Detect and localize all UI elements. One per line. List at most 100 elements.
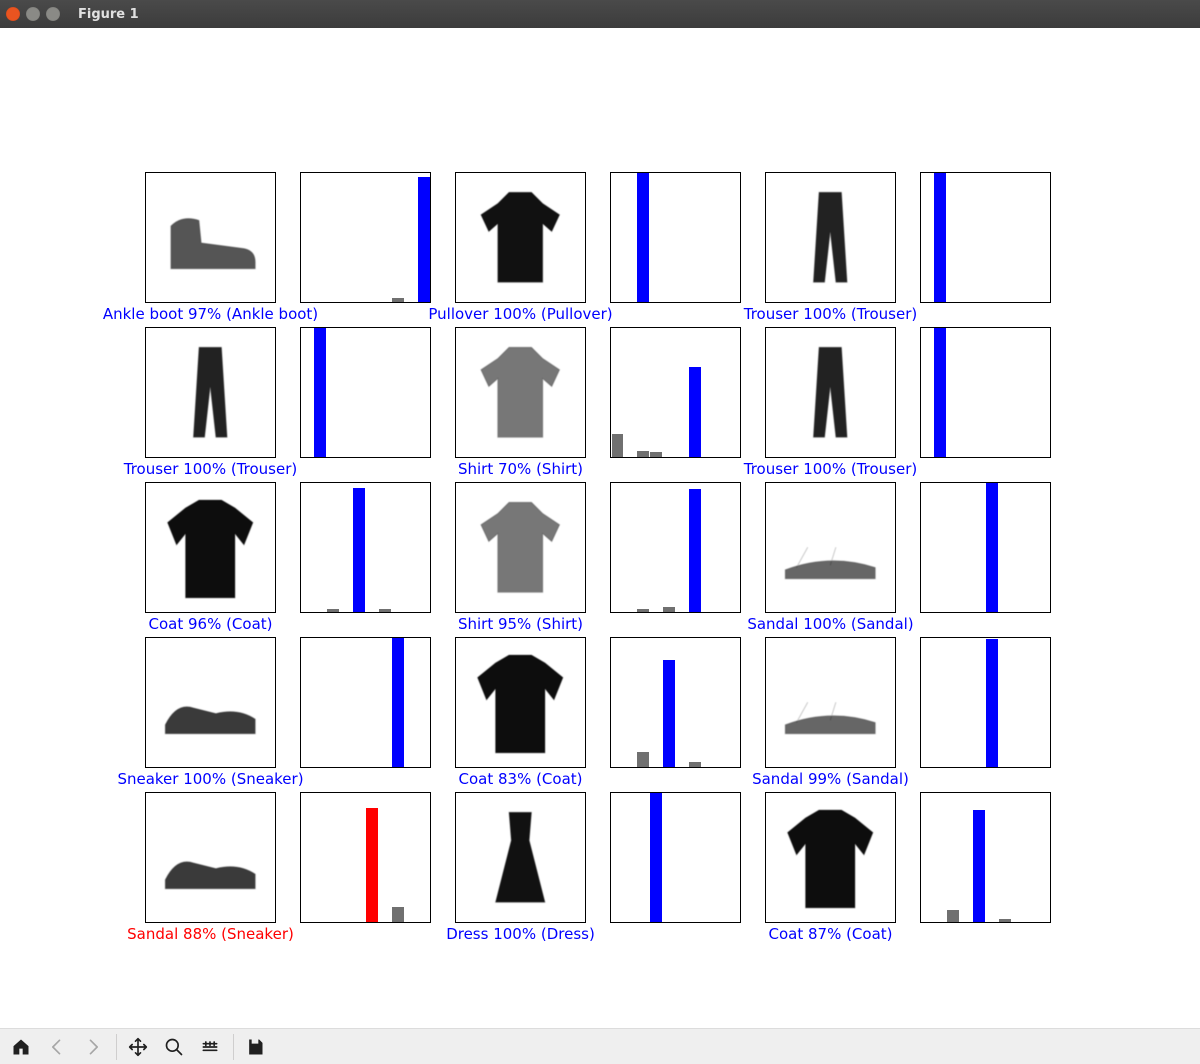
- clothing-glyph: [456, 173, 585, 302]
- save-icon: [245, 1037, 265, 1057]
- sample-image-6: [145, 482, 276, 613]
- prediction-caption-6: Coat 96% (Coat): [91, 615, 331, 633]
- bar-pullover: [637, 173, 649, 302]
- bar-pullover: [327, 609, 339, 612]
- prediction-caption-13: Dress 100% (Dress): [401, 925, 641, 943]
- sample-image-9: [145, 637, 276, 768]
- window-title: Figure 1: [78, 7, 139, 22]
- sample-image-3: [145, 327, 276, 458]
- clothing-glyph: [146, 483, 275, 612]
- zoom-button[interactable]: [157, 1033, 191, 1061]
- clothing-glyph: [146, 638, 275, 767]
- prediction-caption-1: Pullover 100% (Pullover): [401, 305, 641, 323]
- back-button: [40, 1033, 74, 1061]
- probability-bars-12: [300, 792, 431, 923]
- bar-coat: [663, 607, 675, 612]
- bar-tshirttop: [612, 434, 624, 457]
- probability-bars-13: [610, 792, 741, 923]
- probability-bars-7: [610, 482, 741, 613]
- sample-image-11: [765, 637, 896, 768]
- sample-image-5: [765, 327, 896, 458]
- clothing-glyph: [456, 638, 585, 767]
- bar-sneaker: [392, 907, 404, 922]
- prediction-caption-5: Trouser 100% (Trouser): [711, 460, 951, 478]
- pan-button[interactable]: [121, 1033, 155, 1061]
- clothing-glyph: [146, 793, 275, 922]
- sample-image-10: [455, 637, 586, 768]
- sample-image-7: [455, 482, 586, 613]
- minimize-icon[interactable]: [26, 7, 40, 21]
- bar-pullover: [637, 451, 649, 457]
- bar-coat: [973, 810, 985, 922]
- bar-sandal: [986, 483, 998, 612]
- clothing-glyph: [766, 793, 895, 922]
- probability-bars-0: [300, 172, 431, 303]
- clothing-glyph: [146, 328, 275, 457]
- forward-icon: [83, 1037, 103, 1057]
- sample-image-14: [765, 792, 896, 923]
- bar-sandal: [366, 808, 378, 922]
- home-button[interactable]: [4, 1033, 38, 1061]
- probability-bars-9: [300, 637, 431, 768]
- sample-image-0: [145, 172, 276, 303]
- prediction-caption-12: Sandal 88% (Sneaker): [91, 925, 331, 943]
- clothing-glyph: [766, 173, 895, 302]
- prediction-caption-0: Ankle boot 97% (Ankle boot): [91, 305, 331, 323]
- sample-image-8: [765, 482, 896, 613]
- bar-ankleboot: [418, 177, 430, 302]
- probability-bars-8: [920, 482, 1051, 613]
- clothing-glyph: [146, 173, 275, 302]
- clothing-glyph: [766, 328, 895, 457]
- back-icon: [47, 1037, 67, 1057]
- toolbar-separator: [116, 1034, 117, 1060]
- bar-dress: [650, 452, 662, 457]
- probability-bars-11: [920, 637, 1051, 768]
- probability-bars-5: [920, 327, 1051, 458]
- prediction-caption-10: Coat 83% (Coat): [401, 770, 641, 788]
- clothing-glyph: [766, 638, 895, 767]
- matplotlib-toolbar: [0, 1028, 1200, 1064]
- figure-canvas[interactable]: Ankle boot 97% (Ankle boot) Pullover 100%…: [0, 28, 1200, 1028]
- bar-sandal: [986, 639, 998, 767]
- bar-shirt: [689, 367, 701, 457]
- maximize-icon[interactable]: [46, 7, 60, 21]
- zoom-icon: [164, 1037, 184, 1057]
- bar-trouser: [314, 328, 326, 457]
- home-icon: [11, 1037, 31, 1057]
- probability-bars-10: [610, 637, 741, 768]
- prediction-caption-11: Sandal 99% (Sandal): [711, 770, 951, 788]
- clothing-glyph: [456, 483, 585, 612]
- probability-bars-6: [300, 482, 431, 613]
- bar-shirt: [689, 489, 701, 612]
- sample-image-2: [765, 172, 896, 303]
- bar-shirt: [689, 762, 701, 767]
- bar-trouser: [934, 328, 946, 457]
- bar-trouser: [934, 173, 946, 302]
- bar-shirt: [379, 609, 391, 612]
- bar-coat: [353, 488, 365, 612]
- prediction-caption-14: Coat 87% (Coat): [711, 925, 951, 943]
- probability-bars-14: [920, 792, 1051, 923]
- subplots-icon: [200, 1037, 220, 1057]
- bar-coat: [663, 660, 675, 767]
- bar-pullover: [637, 609, 649, 612]
- prediction-caption-3: Trouser 100% (Trouser): [91, 460, 331, 478]
- save-button[interactable]: [238, 1033, 272, 1061]
- sample-image-1: [455, 172, 586, 303]
- probability-bars-3: [300, 327, 431, 458]
- window-titlebar: Figure 1: [0, 0, 1200, 28]
- close-icon[interactable]: [6, 7, 20, 21]
- bar-pullover: [947, 910, 959, 922]
- bar-pullover: [637, 752, 649, 767]
- bar-sneaker: [392, 638, 404, 767]
- prediction-caption-9: Sneaker 100% (Sneaker): [91, 770, 331, 788]
- sample-image-13: [455, 792, 586, 923]
- clothing-glyph: [766, 483, 895, 612]
- prediction-caption-8: Sandal 100% (Sandal): [711, 615, 951, 633]
- forward-button: [76, 1033, 110, 1061]
- bar-sneaker: [392, 298, 404, 302]
- subplots-button[interactable]: [193, 1033, 227, 1061]
- sample-image-12: [145, 792, 276, 923]
- probability-bars-4: [610, 327, 741, 458]
- prediction-caption-2: Trouser 100% (Trouser): [711, 305, 951, 323]
